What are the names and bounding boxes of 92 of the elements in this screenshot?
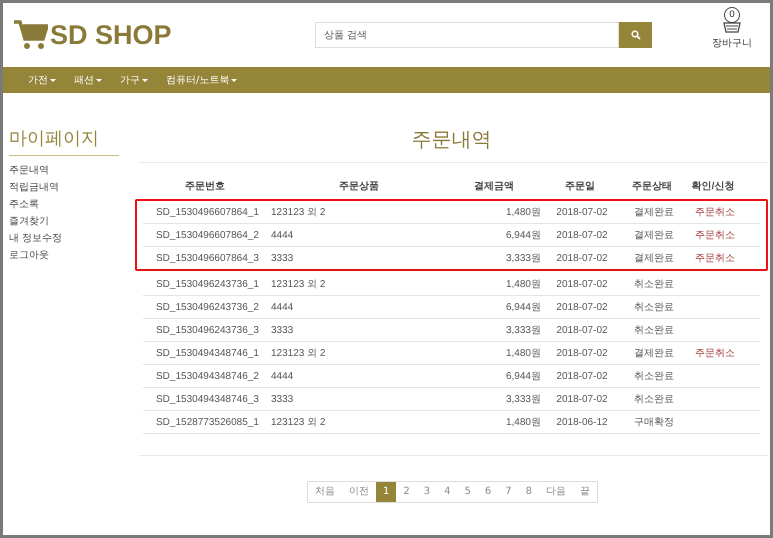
page-link[interactable]: 7 [498, 482, 519, 502]
page-link[interactable]: 이전 [342, 482, 376, 502]
table-cell-text: 4444 [271, 302, 294, 312]
column-header: 주문상태 [631, 180, 673, 193]
cancel-order-link[interactable]: 주문취소 [695, 230, 735, 241]
page-link[interactable]: 끝 [573, 482, 597, 502]
table-cell-text: 1,480원 [504, 416, 541, 429]
sidebar-link[interactable]: 내 정보수정 [9, 230, 62, 247]
logo-text[interactable]: SD SHOP [50, 20, 172, 50]
page-link[interactable]: 4 [437, 482, 458, 502]
table-cell-text: SD_1530494348746_1 [155, 348, 260, 358]
sidebar-link[interactable]: 적립금내역 [9, 179, 59, 196]
table-cell-text: 1,480원 [504, 278, 541, 291]
table-cell-text: 3333 [271, 324, 294, 336]
table-cell-text: 6,944원 [504, 229, 541, 242]
page-link[interactable]: 처음 [308, 482, 342, 502]
table-cell-text: 결제완료 [633, 229, 675, 242]
table-cell-text: 결제완료 [633, 206, 675, 219]
table-cell-text: 1,480원 [504, 347, 541, 360]
page-title: 주문내역 [412, 127, 492, 151]
nav-menu-item[interactable]: 가구 [120, 73, 148, 87]
cancel-order-link[interactable]: 주문취소 [695, 348, 735, 359]
table-cell-text: 결제완료 [633, 347, 675, 360]
page-link[interactable]: 6 [478, 482, 498, 502]
page-link[interactable]: 1 [376, 482, 396, 502]
table-cell-text: 2018-07-02 [555, 206, 609, 218]
table-cell-text: 2018-07-02 [555, 302, 609, 312]
table-cell-text: SD_1530494348746_3 [155, 394, 260, 404]
table-cell-text: 2018-07-02 [555, 324, 609, 336]
cart-label[interactable]: 장바구니 [712, 36, 752, 50]
table-cell-text: 2018-06-12 [555, 416, 609, 428]
table-cell-text: 6,944원 [504, 370, 541, 383]
table-cell-text: 취소완료 [633, 301, 675, 314]
table-cell-text: 2018-07-02 [555, 278, 609, 290]
column-header: 주문상품 [338, 180, 380, 193]
table-cell-text: 123123 외 2 [271, 206, 326, 219]
search-icon [630, 30, 640, 40]
table-cell-text: SD_1528773526085_1 [155, 416, 260, 428]
table-cell-text: 구매확정 [633, 416, 675, 429]
column-header: 주문번호 [184, 180, 226, 193]
table-cell-text: 취소완료 [633, 370, 675, 383]
table-cell-text: 4444 [271, 230, 294, 240]
column-header: 확인/신청 [690, 180, 736, 193]
table-cell-text: SD_1530496243736_3 [155, 324, 260, 336]
sidebar-link[interactable]: 주소록 [9, 196, 39, 213]
cart-icon [14, 20, 48, 50]
page-link[interactable]: 다음 [539, 482, 573, 502]
table-cell-text: SD_1530496243736_1 [155, 278, 260, 290]
table-cell-text: 취소완료 [633, 324, 675, 337]
nav-menu-item[interactable]: 가전 [28, 73, 56, 87]
table-cell-text: 3,333원 [504, 324, 541, 337]
table-cell-text: 2018-07-02 [555, 230, 609, 240]
sidebar-title: 마이페이지 [9, 126, 119, 156]
table-cell-text: 4444 [271, 370, 294, 382]
table-cell-text: 3333 [271, 394, 294, 404]
table-cell-text: SD_1530494348746_2 [155, 370, 260, 382]
table-cell-text: SD_1530496243736_2 [155, 302, 260, 312]
table-cell-text: 123123 외 2 [271, 416, 326, 429]
table-cell-text: 123123 외 2 [271, 347, 326, 360]
table-cell-text: 123123 외 2 [271, 278, 326, 291]
search-field[interactable]: 상품 검색 [315, 22, 619, 48]
nav-menu-item[interactable]: 패션 [74, 73, 102, 87]
sidebar-link[interactable]: 즐겨찾기 [9, 213, 49, 230]
page-link[interactable]: 8 [518, 482, 539, 502]
page-link[interactable]: 3 [416, 482, 438, 502]
nav-menu-item[interactable]: 컴퓨터/노트북 [166, 73, 238, 87]
table-cell-text: 6,944원 [504, 301, 541, 314]
table-cell-text: 3,333원 [504, 393, 541, 406]
page-link[interactable]: 2 [396, 482, 417, 502]
cancel-order-link[interactable]: 주문취소 [695, 253, 735, 264]
table-cell-text: 취소완료 [633, 278, 675, 291]
sidebar-link[interactable]: 주문내역 [9, 162, 49, 179]
table-cell-text: 2018-07-02 [555, 252, 609, 264]
table-cell-text: 결제완료 [633, 252, 675, 265]
basket-icon[interactable] [723, 20, 741, 32]
table-cell-text: 3,333원 [504, 252, 541, 265]
table-cell-text: 3333 [271, 252, 294, 264]
table-cell-text: 2018-07-02 [555, 394, 609, 404]
sidebar-link[interactable]: 로그아웃 [9, 247, 49, 264]
page-link[interactable]: 5 [458, 482, 478, 502]
table-cell-text: 2018-07-02 [555, 370, 609, 382]
table-cell-text: SD_1530496607864_2 [155, 230, 260, 240]
cancel-order-link[interactable]: 주문취소 [695, 207, 735, 218]
table-cell-text: SD_1530496607864_1 [155, 206, 260, 218]
column-header: 주문일 [564, 180, 596, 193]
table-cell-text: SD_1530496607864_3 [155, 252, 260, 264]
column-header: 결제금액 [473, 180, 515, 193]
table-cell-text: 1,480원 [504, 206, 541, 219]
cart-count: 0 [724, 6, 740, 22]
search-button[interactable] [619, 22, 652, 48]
table-cell-text: 2018-07-02 [555, 348, 609, 358]
table-cell-text: 취소완료 [633, 393, 675, 406]
